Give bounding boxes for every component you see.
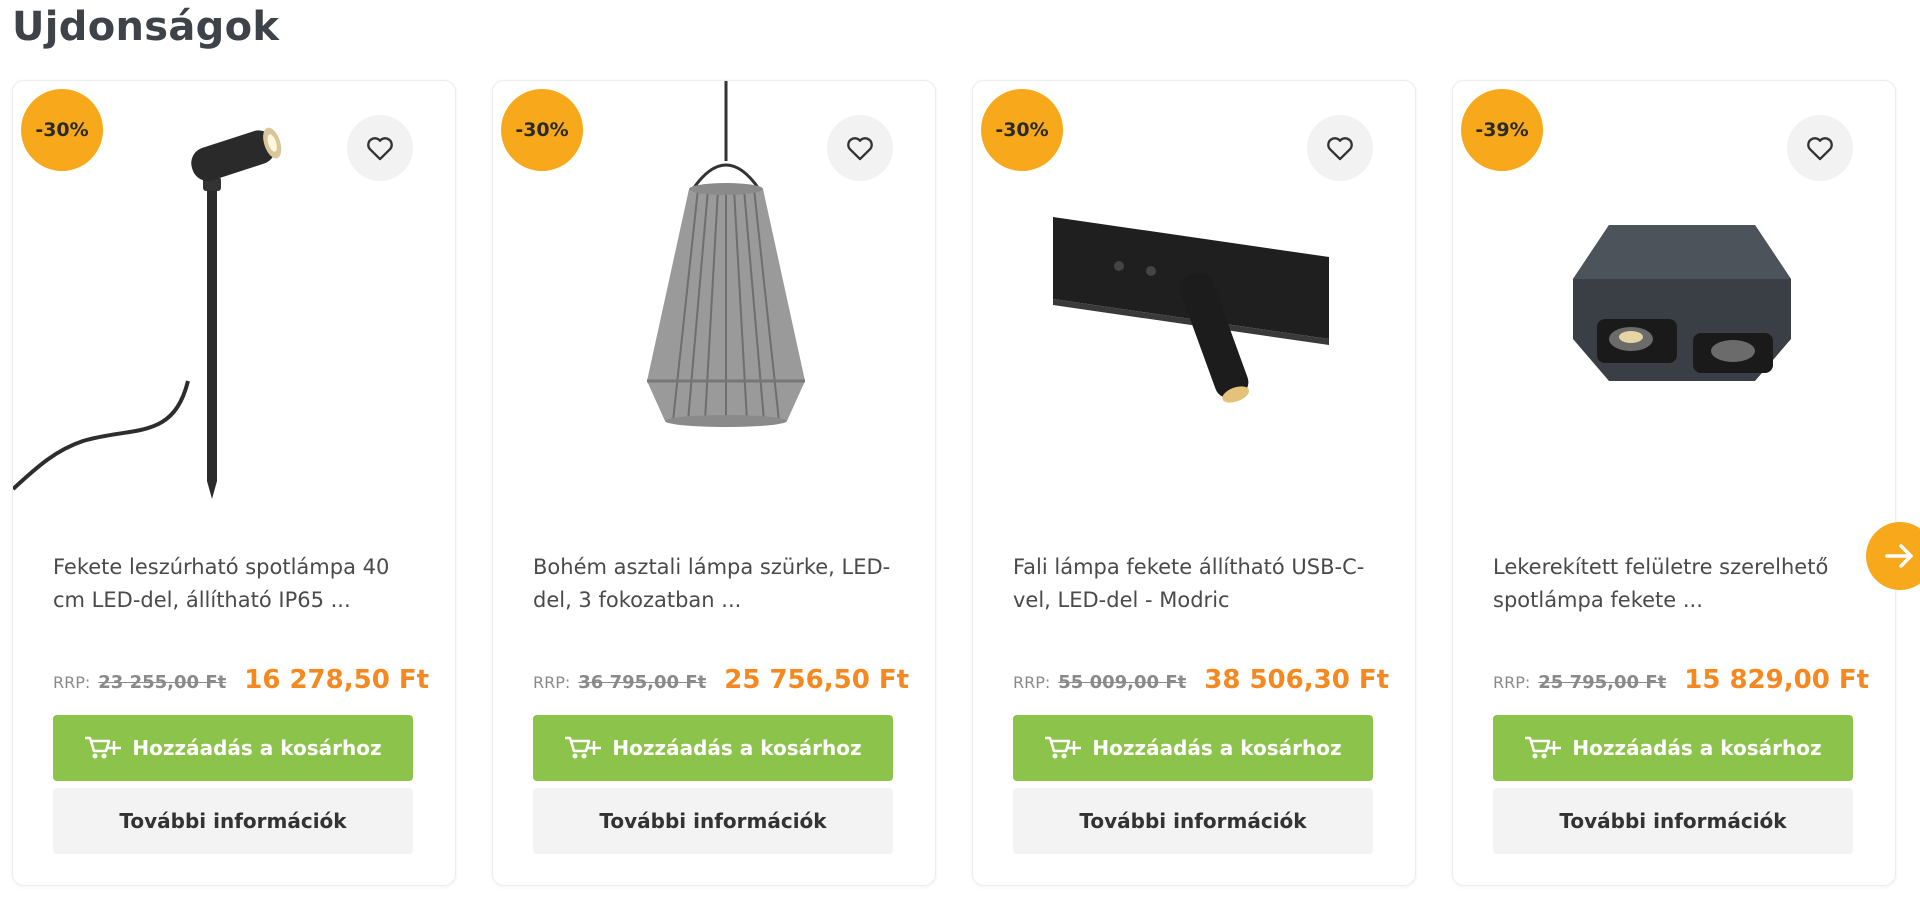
add-to-cart-label: Hozzáadás a kosárhoz	[132, 736, 382, 760]
wishlist-button[interactable]	[1307, 115, 1373, 181]
sale-price: 25 756,50 Ft	[724, 665, 910, 695]
product-card: -30% Bohém asztali lámpa szürke, LED-del…	[492, 80, 936, 886]
discount-badge: -39%	[1461, 89, 1543, 171]
heart-outline-icon	[367, 137, 393, 161]
product-title[interactable]: Lekerekített felületre szerelhető spotlá…	[1493, 551, 1857, 617]
wishlist-button[interactable]	[1787, 115, 1853, 181]
rrp-price: 23 255,00 Ft	[98, 672, 227, 693]
heart-outline-icon	[1327, 137, 1353, 161]
heart-outline-icon	[847, 137, 873, 161]
more-info-button[interactable]: További információk	[1013, 788, 1373, 854]
cart-plus-icon	[1044, 735, 1084, 761]
rrp-label: RRP:	[533, 673, 571, 692]
rrp-label: RRP:	[1013, 673, 1051, 692]
heart-outline-icon	[1807, 137, 1833, 161]
arrow-right-icon	[1885, 544, 1913, 568]
discount-badge: -30%	[21, 89, 103, 171]
sale-price: 15 829,00 Ft	[1684, 665, 1870, 695]
rrp-price: 55 009,00 Ft	[1058, 672, 1187, 693]
product-title[interactable]: Fali lámpa fekete állítható USB-C-vel, L…	[1013, 551, 1377, 617]
product-title[interactable]: Fekete leszúrható spotlámpa 40 cm LED-de…	[53, 551, 417, 617]
add-to-cart-button[interactable]: Hozzáadás a kosárhoz	[533, 715, 893, 781]
wishlist-button[interactable]	[347, 115, 413, 181]
cart-plus-icon	[1524, 735, 1564, 761]
rrp-label: RRP:	[1493, 673, 1531, 692]
price-row: RRP: 36 795,00 Ft 25 756,50 Ft	[533, 665, 913, 695]
discount-badge: -30%	[501, 89, 583, 171]
more-info-button[interactable]: További információk	[533, 788, 893, 854]
cart-plus-icon	[84, 735, 124, 761]
more-info-button[interactable]: További információk	[1493, 788, 1853, 854]
product-card: -30% Fali lámpa fekete állítható USB-C-v…	[972, 80, 1416, 886]
wishlist-button[interactable]	[827, 115, 893, 181]
rrp-price: 36 795,00 Ft	[578, 672, 707, 693]
discount-badge: -30%	[981, 89, 1063, 171]
add-to-cart-button[interactable]: Hozzáadás a kosárhoz	[53, 715, 413, 781]
add-to-cart-button[interactable]: Hozzáadás a kosárhoz	[1493, 715, 1853, 781]
product-card: -39% Lekerekített felületre szerelhető s…	[1452, 80, 1896, 886]
cart-plus-icon	[564, 735, 604, 761]
price-row: RRP: 25 795,00 Ft 15 829,00 Ft	[1493, 665, 1873, 695]
product-title[interactable]: Bohém asztali lámpa szürke, LED-del, 3 f…	[533, 551, 897, 617]
more-info-button[interactable]: További információk	[53, 788, 413, 854]
section-title: Ujdonságok	[12, 4, 280, 50]
price-row: RRP: 55 009,00 Ft 38 506,30 Ft	[1013, 665, 1393, 695]
sale-price: 38 506,30 Ft	[1204, 665, 1390, 695]
rrp-price: 25 795,00 Ft	[1538, 672, 1667, 693]
add-to-cart-button[interactable]: Hozzáadás a kosárhoz	[1013, 715, 1373, 781]
price-row: RRP: 23 255,00 Ft 16 278,50 Ft	[53, 665, 433, 695]
add-to-cart-label: Hozzáadás a kosárhoz	[1092, 736, 1342, 760]
product-card: -30% Fekete leszúrható spotlámpa 40 cm L…	[12, 80, 456, 886]
sale-price: 16 278,50 Ft	[244, 665, 430, 695]
add-to-cart-label: Hozzáadás a kosárhoz	[1572, 736, 1822, 760]
rrp-label: RRP:	[53, 673, 91, 692]
add-to-cart-label: Hozzáadás a kosárhoz	[612, 736, 862, 760]
